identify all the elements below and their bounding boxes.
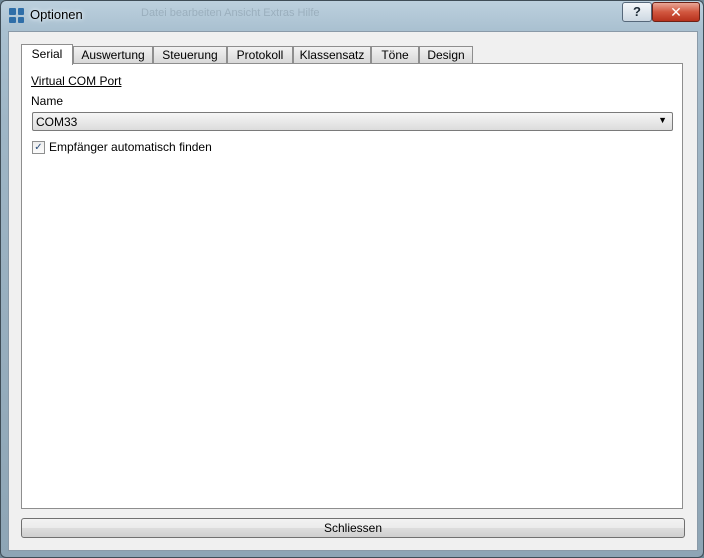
tab-design[interactable]: Design	[419, 46, 473, 63]
tab-auswertung[interactable]: Auswertung	[73, 46, 153, 63]
tab-steuerung[interactable]: Steuerung	[153, 46, 227, 63]
window-title: Optionen	[30, 7, 83, 22]
background-window-text: Datei bearbeiten Ansicht Extras Hilfe	[141, 7, 320, 19]
tab-serial[interactable]: Serial	[21, 44, 73, 65]
com-port-select[interactable]: COM33 ▼	[32, 112, 673, 131]
serial-tab-panel: Virtual COM Port Name COM33 ▼ ✓ Empfänge…	[21, 63, 683, 509]
tab-klassensatz[interactable]: Klassensatz	[293, 46, 371, 63]
window-close-button[interactable]: ✕	[652, 2, 700, 22]
virtual-com-port-heading: Virtual COM Port	[31, 74, 122, 88]
schliessen-button[interactable]: Schliessen	[21, 518, 685, 538]
tab-protokoll[interactable]: Protokoll	[227, 46, 293, 63]
title-bar[interactable]: Optionen Datei bearbeiten Ansicht Extras…	[1, 1, 703, 31]
name-label: Name	[31, 94, 64, 108]
tab-toene[interactable]: Töne	[371, 46, 419, 63]
help-button[interactable]: ?	[622, 2, 652, 22]
com-port-value: COM33	[36, 115, 78, 129]
dropdown-arrow-icon: ▼	[658, 115, 667, 125]
auto-find-checkbox[interactable]: ✓	[32, 141, 45, 154]
dialog-client-area: Serial Auswertung Steuerung Protokoll Kl…	[8, 31, 698, 551]
app-grid-icon	[9, 8, 24, 23]
auto-find-label[interactable]: Empfänger automatisch finden	[49, 140, 212, 154]
options-dialog: Optionen Datei bearbeiten Ansicht Extras…	[0, 0, 704, 558]
checkmark-icon: ✓	[34, 142, 43, 153]
